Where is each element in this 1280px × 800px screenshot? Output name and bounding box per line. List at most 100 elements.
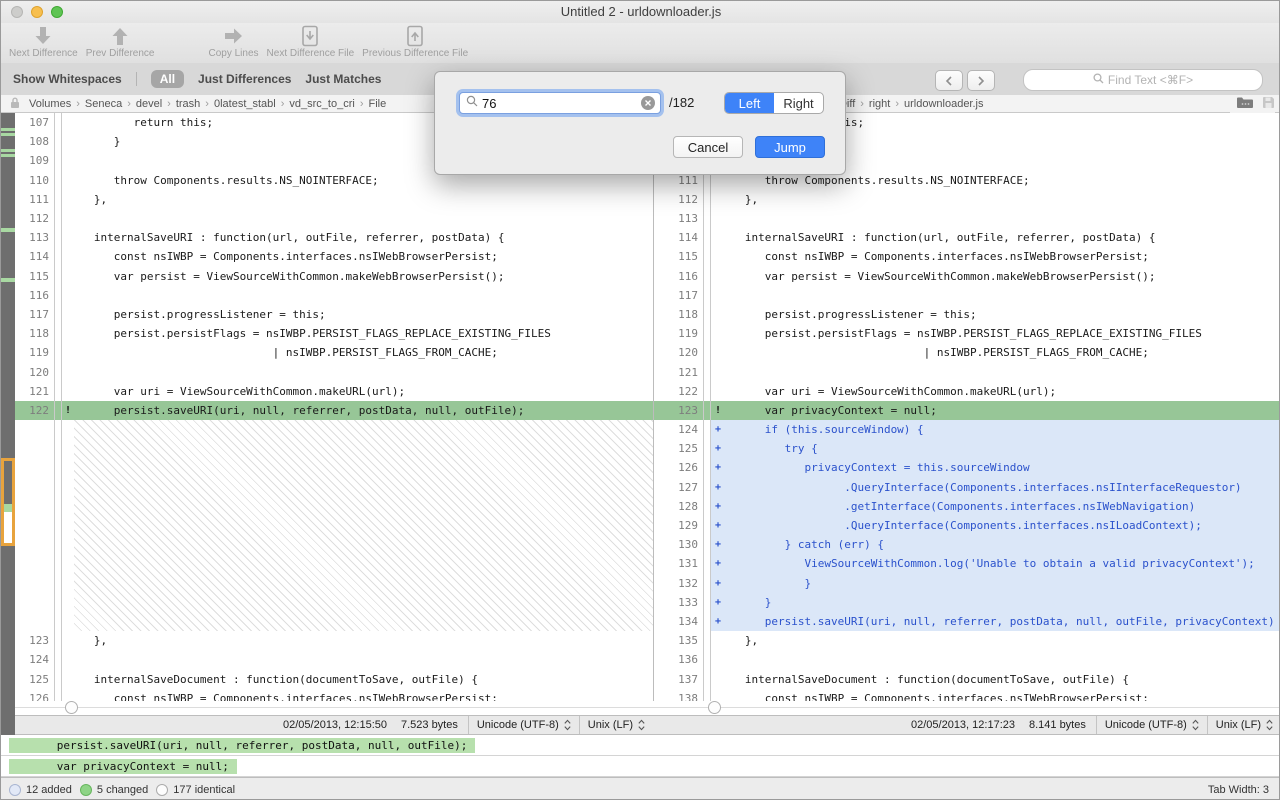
- encoding-select[interactable]: Unicode (UTF-8): [1096, 716, 1207, 734]
- code-line[interactable]: 111 },: [15, 190, 653, 209]
- code-line[interactable]: 125 internalSaveDocument : function(docu…: [15, 670, 653, 689]
- line-number: 124: [15, 650, 54, 669]
- find-text-input[interactable]: Find Text <⌘F>: [1023, 69, 1263, 91]
- code-line[interactable]: 121: [654, 362, 1280, 381]
- breadcrumb-item[interactable]: vd_src_to_cri: [287, 98, 356, 110]
- code-line[interactable]: 113: [654, 209, 1280, 228]
- code-text: const nsIWBP = Components.interfaces.nsI…: [725, 247, 1280, 266]
- diff-app-window: Untitled 2 - urldownloader.js Next Diffe…: [0, 0, 1280, 800]
- folder-icon[interactable]: [1236, 96, 1254, 112]
- line-ending-select[interactable]: Unix (LF): [579, 716, 653, 734]
- next-difference-button[interactable]: Next Difference: [5, 23, 82, 61]
- code-line[interactable]: 120 | nsIWBP.PERSIST_FLAGS_FROM_CACHE;: [654, 343, 1280, 362]
- scrollbar-knob[interactable]: [65, 701, 78, 714]
- code-line[interactable]: 131+ ViewSourceWithCommon.log('Unable to…: [654, 554, 1280, 573]
- clear-icon[interactable]: [641, 96, 655, 110]
- code-line[interactable]: 122! persist.saveURI(uri, null, referrer…: [15, 401, 653, 420]
- right-horizontal-scrollbar[interactable]: [653, 701, 1280, 715]
- code-line[interactable]: 136: [654, 650, 1280, 669]
- code-line[interactable]: 133+ }: [654, 593, 1280, 612]
- right-code-pane[interactable]: 108 return this;109 }110111 throw Compon…: [653, 113, 1280, 701]
- filter-just-matches-button[interactable]: Just Matches: [305, 72, 381, 86]
- line-ending-select[interactable]: Unix (LF): [1207, 716, 1280, 734]
- breadcrumb-item[interactable]: trash: [174, 98, 202, 110]
- breadcrumb-item[interactable]: right: [867, 98, 892, 110]
- filter-just-differences-button[interactable]: Just Differences: [198, 72, 291, 86]
- copy-lines-button[interactable]: Copy Lines: [205, 23, 263, 61]
- cancel-button[interactable]: Cancel: [673, 136, 743, 158]
- arrow-right-icon: [221, 24, 247, 48]
- breadcrumb-item[interactable]: Volumes: [27, 98, 73, 110]
- line-number: 116: [654, 267, 703, 286]
- code-line[interactable]: 125+ try {: [654, 439, 1280, 458]
- code-line[interactable]: 112 },: [654, 190, 1280, 209]
- line-number: 122: [15, 401, 54, 420]
- code-line[interactable]: 123 },: [15, 631, 653, 650]
- code-line[interactable]: 137 internalSaveDocument : function(docu…: [654, 669, 1280, 688]
- code-line[interactable]: 116 var persist = ViewSourceWithCommon.m…: [654, 267, 1280, 286]
- code-line[interactable]: 135 },: [654, 631, 1280, 650]
- code-line[interactable]: 126+ privacyContext = this.sourceWindow: [654, 458, 1280, 477]
- code-line[interactable]: 134+ persist.saveURI(uri, null, referrer…: [654, 612, 1280, 631]
- preview-line[interactable]: persist.saveURI(uri, null, referrer, pos…: [1, 735, 1280, 756]
- code-line[interactable]: 112: [15, 209, 653, 228]
- encoding-select[interactable]: Unicode (UTF-8): [468, 716, 579, 734]
- code-line[interactable]: 124+ if (this.sourceWindow) {: [654, 420, 1280, 439]
- code-line[interactable]: 132+ }: [654, 574, 1280, 593]
- code-line[interactable]: 130+ } catch (err) {: [654, 535, 1280, 554]
- code-line[interactable]: 128+ .getInterface(Components.interfaces…: [654, 497, 1280, 516]
- breadcrumb-item[interactable]: 0latest_stabl: [212, 98, 278, 110]
- code-text: const nsIWBP = Components.interfaces.nsI…: [74, 689, 653, 701]
- code-text: }: [725, 574, 1280, 593]
- code-line[interactable]: 118 persist.progressListener = this;: [654, 305, 1280, 324]
- breadcrumb-item[interactable]: urldownloader.js: [902, 98, 986, 110]
- find-next-button[interactable]: [967, 70, 995, 91]
- code-line[interactable]: 138 const nsIWBP = Components.interfaces…: [654, 689, 1280, 701]
- code-line[interactable]: 119 | nsIWBP.PERSIST_FLAGS_FROM_CACHE;: [15, 343, 653, 362]
- prev-difference-button[interactable]: Prev Difference: [82, 23, 159, 61]
- line-number: 121: [15, 382, 54, 401]
- code-line[interactable]: 129+ .QueryInterface(Components.interfac…: [654, 516, 1280, 535]
- code-line[interactable]: 114 const nsIWBP = Components.interfaces…: [15, 247, 653, 266]
- code-line[interactable]: 122 var uri = ViewSourceWithCommon.makeU…: [654, 382, 1280, 401]
- code-line[interactable]: 115 const nsIWBP = Components.interfaces…: [654, 247, 1280, 266]
- filter-all-button[interactable]: All: [151, 70, 184, 88]
- breadcrumb-item[interactable]: devel: [134, 98, 164, 110]
- code-line[interactable]: 114 internalSaveURI : function(url, outF…: [654, 228, 1280, 247]
- code-text: [74, 362, 653, 381]
- left-horizontal-scrollbar[interactable]: [15, 701, 653, 715]
- find-previous-button[interactable]: [935, 70, 963, 91]
- code-line[interactable]: 126 const nsIWBP = Components.interfaces…: [15, 689, 653, 701]
- code-line[interactable]: 119 persist.persistFlags = nsIWBP.PERSIS…: [654, 324, 1280, 343]
- code-text: [74, 650, 653, 669]
- line-number: 137: [654, 669, 703, 688]
- side-left-segment[interactable]: Left: [725, 93, 774, 113]
- code-line[interactable]: 113 internalSaveURI : function(url, outF…: [15, 228, 653, 247]
- overview-viewport-indicator[interactable]: [1, 458, 15, 546]
- code-line[interactable]: 117: [654, 286, 1280, 305]
- code-line[interactable]: 116: [15, 286, 653, 305]
- diff-overview-map[interactable]: [1, 113, 15, 735]
- code-line[interactable]: 121 var uri = ViewSourceWithCommon.makeU…: [15, 382, 653, 401]
- breadcrumb-item[interactable]: File: [367, 98, 389, 110]
- arrow-down-icon: [30, 24, 56, 48]
- show-whitespaces-toggle[interactable]: Show Whitespaces: [13, 72, 122, 86]
- code-line[interactable]: 123! var privacyContext = null;: [654, 401, 1280, 420]
- side-right-segment[interactable]: Right: [774, 93, 823, 113]
- code-line[interactable]: 120: [15, 362, 653, 381]
- code-line[interactable]: 127+ .QueryInterface(Components.interfac…: [654, 478, 1280, 497]
- jump-button[interactable]: Jump: [755, 136, 825, 158]
- diff-marker: [62, 209, 74, 228]
- code-line[interactable]: 115 var persist = ViewSourceWithCommon.m…: [15, 267, 653, 286]
- breadcrumb-item[interactable]: Seneca: [83, 98, 124, 110]
- code-line[interactable]: 118 persist.persistFlags = nsIWBP.PERSIS…: [15, 324, 653, 343]
- scrollbar-knob[interactable]: [708, 701, 721, 714]
- goto-line-input[interactable]: 76: [459, 92, 661, 114]
- code-line[interactable]: 117 persist.progressListener = this;: [15, 305, 653, 324]
- left-code-pane[interactable]: 107 return this;108 }109110 throw Compon…: [15, 113, 653, 701]
- save-icon[interactable]: [1262, 96, 1275, 112]
- preview-line[interactable]: var privacyContext = null;: [1, 756, 1280, 777]
- next-difference-file-button[interactable]: Next Difference File: [263, 23, 359, 61]
- code-line[interactable]: 124: [15, 650, 653, 669]
- previous-difference-file-button[interactable]: Previous Difference File: [358, 23, 472, 61]
